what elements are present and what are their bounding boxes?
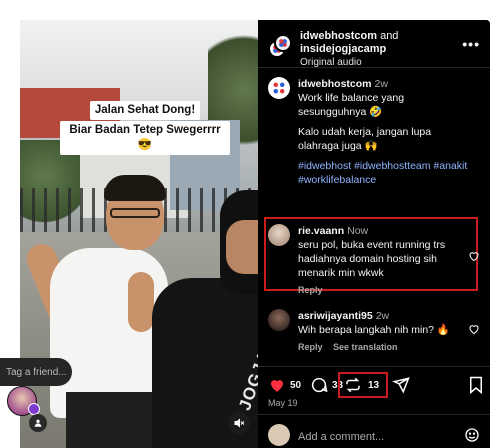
like-comment-heart-icon[interactable]	[468, 250, 480, 262]
page-background: JOGJACAMP Jalan Sehat Dong! Biar Badan T…	[0, 0, 500, 448]
divider	[258, 366, 490, 367]
tag-friend-field[interactable]	[0, 358, 72, 386]
person-glasses	[110, 208, 160, 218]
add-comment-row	[258, 416, 490, 448]
username-link[interactable]: insidejogjacamp	[300, 43, 386, 55]
username-link[interactable]: asriwijayanti95	[298, 310, 373, 322]
see-translation-button[interactable]: See translation	[333, 342, 398, 352]
comment-text: Wih berapa langkah nih min? 🔥	[298, 324, 450, 336]
caption-body: idwebhostcom 2w Work life balance yang se…	[298, 77, 468, 187]
speaker-muted-icon	[234, 418, 245, 428]
avatar[interactable]	[268, 77, 290, 99]
caption-text: Work life balance yang sesungguhnya 🤣	[298, 92, 405, 118]
audio-link[interactable]: Original audio	[300, 57, 362, 68]
repost-icon	[346, 377, 360, 393]
comment-item: asriwijayanti95 2w Wih berapa langkah nih…	[258, 309, 490, 365]
like-count: 50	[290, 379, 302, 391]
comment-actions: Reply	[298, 283, 468, 297]
brand-logo-icon	[279, 39, 287, 47]
username-link[interactable]: idwebhostcom	[298, 78, 372, 90]
like-comment-heart-icon[interactable]	[468, 323, 480, 335]
post-header: idwebhostcom and insidejogjacamp Origina…	[258, 20, 490, 68]
person-face	[226, 220, 258, 274]
username-link[interactable]: rie.vaann	[298, 225, 344, 237]
post-date: May 19	[268, 398, 298, 408]
comment-body: rie.vaann Now seru pol, buka event runnin…	[298, 224, 468, 297]
share-button[interactable]	[392, 376, 410, 394]
avatar[interactable]	[268, 309, 290, 331]
person-icon	[34, 419, 42, 427]
emoji-icon[interactable]	[464, 427, 480, 443]
tag-friend-input[interactable]	[6, 366, 68, 378]
repost-button[interactable]: 13	[344, 376, 379, 394]
timestamp: 2w	[374, 78, 388, 90]
post-modal: JOGJACAMP Jalan Sehat Dong! Biar Badan T…	[20, 20, 490, 448]
send-paper-plane-icon	[392, 377, 410, 394]
comments-list[interactable]: idwebhostcom 2w Work life balance yang se…	[258, 69, 490, 366]
header-joiner: and	[377, 30, 399, 42]
comment-text: seru pol, buka event running trs hadiahn…	[298, 239, 446, 279]
person-arm	[128, 272, 154, 332]
caption-line: Jalan Sehat Dong!	[89, 101, 201, 120]
header-usernames: idwebhostcom and insidejogjacamp Origina…	[300, 30, 398, 69]
person-hair	[104, 175, 166, 201]
post-sidebar: idwebhostcom and insidejogjacamp Origina…	[258, 20, 490, 448]
hashtag-links[interactable]: #idwebhost #idwebhostteam #anakit #workl…	[298, 160, 467, 186]
more-options-button[interactable]: •••	[462, 36, 480, 52]
caption-line: Biar Badan Tetep Swegerrrr 😎	[60, 121, 230, 155]
reply-button[interactable]: Reply	[298, 342, 323, 352]
timestamp: 2w	[375, 310, 390, 322]
bookmark-icon	[470, 376, 482, 394]
add-comment-input[interactable]	[298, 428, 448, 446]
avatar[interactable]	[268, 224, 290, 246]
caption-text: Kalo udah kerja, jangan lupa olahraga ju…	[298, 126, 432, 152]
comment-actions: Reply See translation	[298, 340, 468, 354]
like-button[interactable]: 50	[268, 376, 301, 394]
brand-logo-icon	[271, 80, 287, 96]
person-shorts	[66, 392, 162, 448]
collab-avatars[interactable]	[268, 34, 292, 58]
divider	[258, 414, 490, 415]
comment-item: rie.vaann Now seru pol, buka event runnin…	[258, 224, 490, 297]
comment-bubble-icon	[311, 377, 328, 393]
username-link[interactable]: idwebhostcom	[300, 30, 377, 42]
comment-body: asriwijayanti95 2w Wih berapa langkah nih…	[298, 309, 468, 354]
tag-person-button[interactable]	[29, 414, 47, 432]
reply-button[interactable]: Reply	[298, 285, 323, 295]
heart-filled-icon	[271, 380, 283, 392]
avatar	[274, 34, 292, 52]
repost-count: 13	[368, 379, 380, 391]
mute-button[interactable]	[228, 412, 250, 434]
save-button[interactable]	[468, 376, 484, 394]
video-caption: Jalan Sehat Dong! Biar Badan Tetep Swege…	[60, 100, 230, 156]
timestamp: Now	[347, 225, 369, 237]
avatar	[268, 424, 290, 446]
